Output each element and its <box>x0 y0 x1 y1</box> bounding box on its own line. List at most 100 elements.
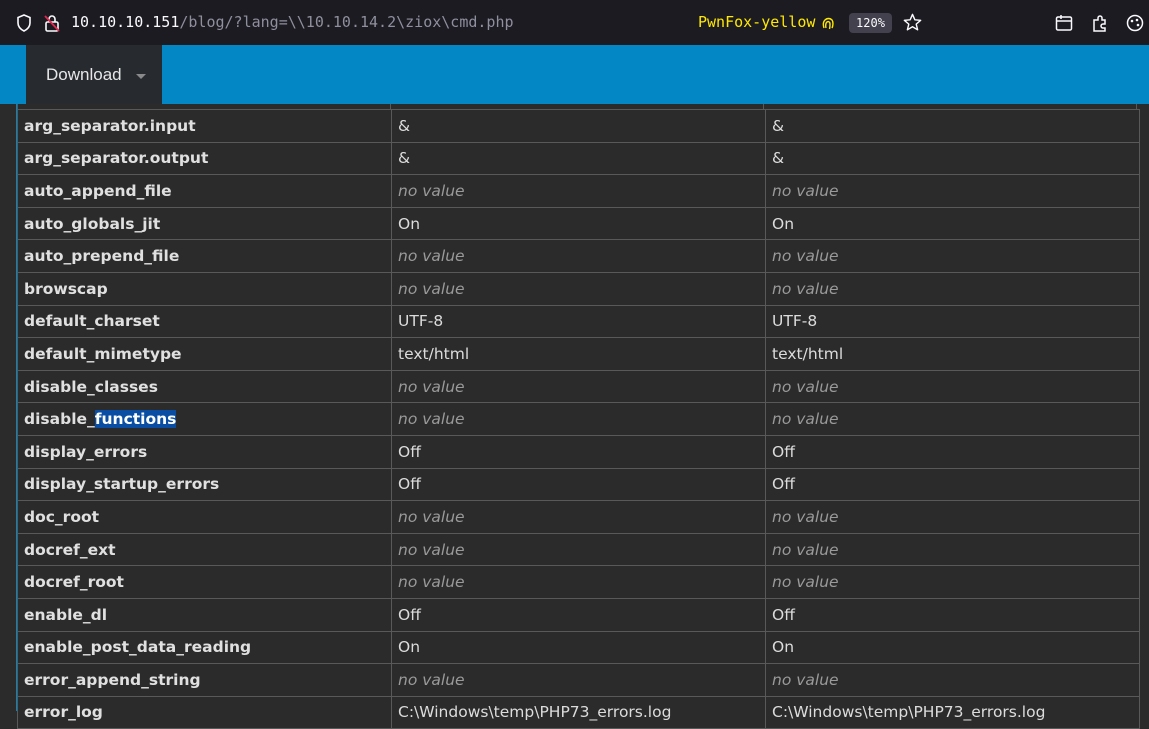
local-value: no value <box>391 532 766 567</box>
directive-name: browscap <box>17 271 392 306</box>
no-value-text: no value <box>772 507 839 526</box>
directive-name: arg_separator.input <box>17 109 392 143</box>
local-value: UTF-8 <box>391 304 766 339</box>
table-row: enable_dl Off Off <box>17 597 1140 632</box>
local-value: Off <box>391 597 766 632</box>
master-value: Off <box>765 434 1140 469</box>
table-row: disable_functions no value no value <box>17 402 1140 436</box>
table-row: docref_root no value no value <box>17 565 1140 599</box>
browser-url-bar: 10.10.10.151/blog/?lang=\\10.10.14.2\zio… <box>0 0 1149 45</box>
table-row: auto_prepend_file no value no value <box>17 239 1140 273</box>
url-field[interactable]: 10.10.10.151/blog/?lang=\\10.10.14.2\zio… <box>71 13 514 31</box>
download-label: Download <box>46 65 122 84</box>
fingerprint-icon[interactable] <box>822 16 834 35</box>
local-value: Off <box>391 467 766 502</box>
table-row: default_mimetype text/html text/html <box>17 337 1140 371</box>
no-value-text: no value <box>398 410 465 429</box>
table-row: disable_classes no value no value <box>17 369 1140 404</box>
directive-name: arg_separator.output <box>17 141 392 176</box>
table-row: error_log C:\Windows\temp\PHP73_errors.lo… <box>17 695 1140 729</box>
master-value: text/html <box>765 337 1140 371</box>
caret-down-icon <box>136 74 146 79</box>
no-value-text: no value <box>772 410 839 429</box>
table-row: display_startup_errors Off Off <box>17 467 1140 502</box>
no-value-text: no value <box>398 247 465 266</box>
directive-name: docref_ext <box>17 532 392 567</box>
local-value: no value <box>391 402 766 436</box>
table-row: docref_ext no value no value <box>17 532 1140 567</box>
local-value: no value <box>391 174 766 208</box>
shield-icon[interactable] <box>16 14 32 36</box>
master-value: no value <box>765 663 1140 697</box>
table-row: default_charset UTF-8 UTF-8 <box>17 304 1140 339</box>
master-value: UTF-8 <box>765 304 1140 339</box>
no-value-text: no value <box>772 181 839 200</box>
directive-name: display_errors <box>17 434 392 469</box>
page-content: arg_separator.input & & arg_separator.outpu… <box>0 104 1149 729</box>
master-value: On <box>765 630 1140 665</box>
master-value: no value <box>765 174 1140 208</box>
directive-name: display_startup_errors <box>17 467 392 502</box>
directive-name: auto_globals_jit <box>17 206 392 241</box>
no-value-text: no value <box>772 540 839 559</box>
no-value-text: no value <box>772 247 839 266</box>
selected-text-highlight: functions <box>94 410 177 429</box>
local-value: no value <box>391 500 766 534</box>
no-value-text: no value <box>772 670 839 689</box>
settings-icon[interactable] <box>1126 14 1144 36</box>
master-value: no value <box>765 271 1140 306</box>
lock-warning-icon[interactable] <box>44 14 60 36</box>
master-value: no value <box>765 532 1140 567</box>
directive-name: error_append_string <box>17 663 392 697</box>
local-value: no value <box>391 369 766 404</box>
table-row: arg_separator.input & & <box>17 109 1140 143</box>
master-value: Off <box>765 597 1140 632</box>
no-value-text: no value <box>772 279 839 298</box>
no-value-text: no value <box>398 573 465 592</box>
directive-name-text: disable_ <box>24 410 95 429</box>
download-menu-button[interactable]: Download <box>22 45 162 104</box>
url-host: 10.10.10.151 <box>71 13 180 31</box>
save-to-pocket-icon[interactable] <box>1055 14 1073 36</box>
no-value-text: no value <box>398 507 465 526</box>
directive-name: auto_prepend_file <box>17 239 392 273</box>
extensions-icon[interactable] <box>1091 14 1109 36</box>
local-value: no value <box>391 565 766 599</box>
directive-name: auto_append_file <box>17 174 392 208</box>
local-value: & <box>391 141 766 176</box>
site-navbar: Download <box>0 45 1149 104</box>
directive-name: docref_root <box>17 565 392 599</box>
table-row: enable_post_data_reading On On <box>17 630 1140 665</box>
table-row: browscap no value no value <box>17 271 1140 306</box>
container-label[interactable]: PwnFox-yellow <box>698 13 815 31</box>
local-value: no value <box>391 239 766 273</box>
master-value: C:\Windows\temp\PHP73_errors.log <box>765 695 1140 729</box>
master-value: no value <box>765 369 1140 404</box>
master-value: no value <box>765 239 1140 273</box>
no-value-text: no value <box>398 377 465 396</box>
local-value: C:\Windows\temp\PHP73_errors.log <box>391 695 766 729</box>
local-value: text/html <box>391 337 766 371</box>
no-value-text: no value <box>398 279 465 298</box>
local-value: Off <box>391 434 766 469</box>
table-row: arg_separator.output & & <box>17 141 1140 176</box>
table-row: display_errors Off Off <box>17 434 1140 469</box>
directive-name: default_charset <box>17 304 392 339</box>
no-value-text: no value <box>772 573 839 592</box>
directive-name: doc_root <box>17 500 392 534</box>
directive-name: error_log <box>17 695 392 729</box>
table-row: auto_append_file no value no value <box>17 174 1140 208</box>
local-value: & <box>391 109 766 143</box>
directive-name: default_mimetype <box>17 337 392 371</box>
phpinfo-directives-table: arg_separator.input & & arg_separator.outpu… <box>17 109 1140 729</box>
star-icon[interactable] <box>903 13 922 36</box>
master-value: no value <box>765 500 1140 534</box>
directive-name: disable_classes <box>17 369 392 404</box>
master-value: & <box>765 109 1140 143</box>
directive-name: enable_post_data_reading <box>17 630 392 665</box>
local-value: no value <box>391 663 766 697</box>
zoom-level-badge[interactable]: 120% <box>849 13 892 33</box>
master-value: no value <box>765 565 1140 599</box>
master-value: On <box>765 206 1140 241</box>
table-row: auto_globals_jit On On <box>17 206 1140 241</box>
